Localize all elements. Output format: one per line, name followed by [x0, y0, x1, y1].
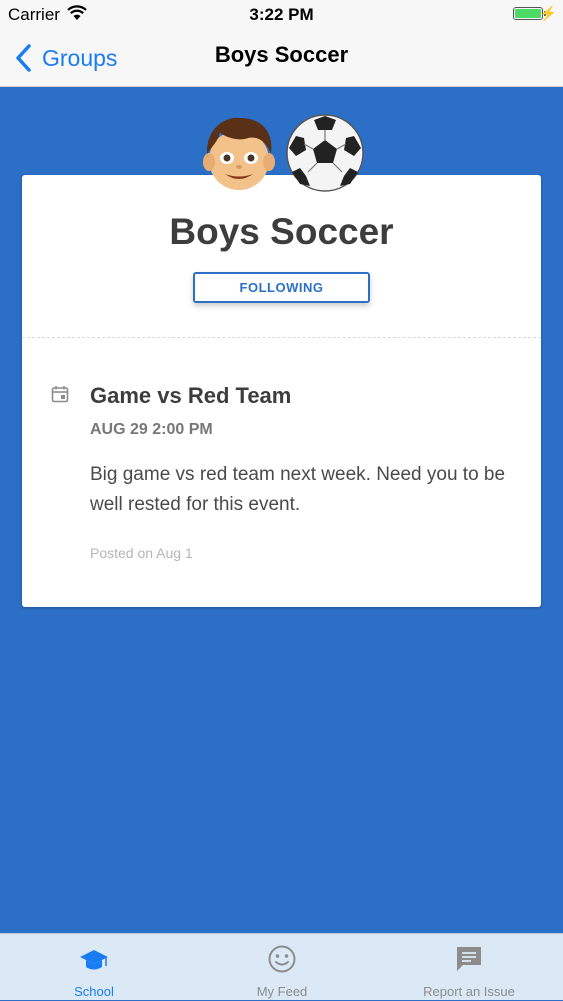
- tab-label: Report an Issue: [423, 984, 515, 999]
- event-datetime: AUG 29 2:00 PM: [90, 421, 213, 438]
- clock: 3:22 PM: [249, 5, 314, 24]
- tab-report-an-issue[interactable]: Report an Issue: [375, 934, 563, 1001]
- status-bar: Carrier 3:22 PM ⚡: [0, 0, 563, 30]
- page-title: Boys Soccer: [214, 42, 349, 67]
- charging-icon: ⚡: [539, 5, 557, 21]
- soccer-ball-icon: [285, 114, 364, 192]
- event-title[interactable]: Game vs Red Team: [90, 383, 291, 409]
- battery-icon: [513, 7, 546, 20]
- group-name: Boys Soccer: [169, 211, 394, 252]
- calendar-icon: [51, 386, 69, 403]
- tab-bar: School My Feed Report an Issue: [0, 933, 563, 1000]
- boy-emoji-icon: [202, 117, 275, 190]
- tab-label: School: [74, 984, 114, 999]
- posted-date: Posted on Aug 1: [90, 545, 193, 561]
- tab-my-feed[interactable]: My Feed: [188, 934, 376, 1001]
- tab-school[interactable]: School: [0, 934, 188, 1001]
- chat-bubble-icon: [457, 947, 481, 971]
- smiley-icon: [268, 945, 296, 973]
- event-description: Big game vs red team next week. Need you…: [90, 464, 506, 515]
- following-button[interactable]: FOLLOWING: [193, 272, 370, 303]
- graduation-cap-icon: [80, 950, 108, 970]
- group-card: Boys Soccer FOLLOWING Game vs Red Team A…: [22, 175, 541, 607]
- navigation-bar: Groups Boys Soccer: [0, 30, 563, 87]
- divider: [22, 337, 541, 338]
- group-emoji-row: [0, 112, 563, 196]
- tab-label: My Feed: [256, 984, 308, 999]
